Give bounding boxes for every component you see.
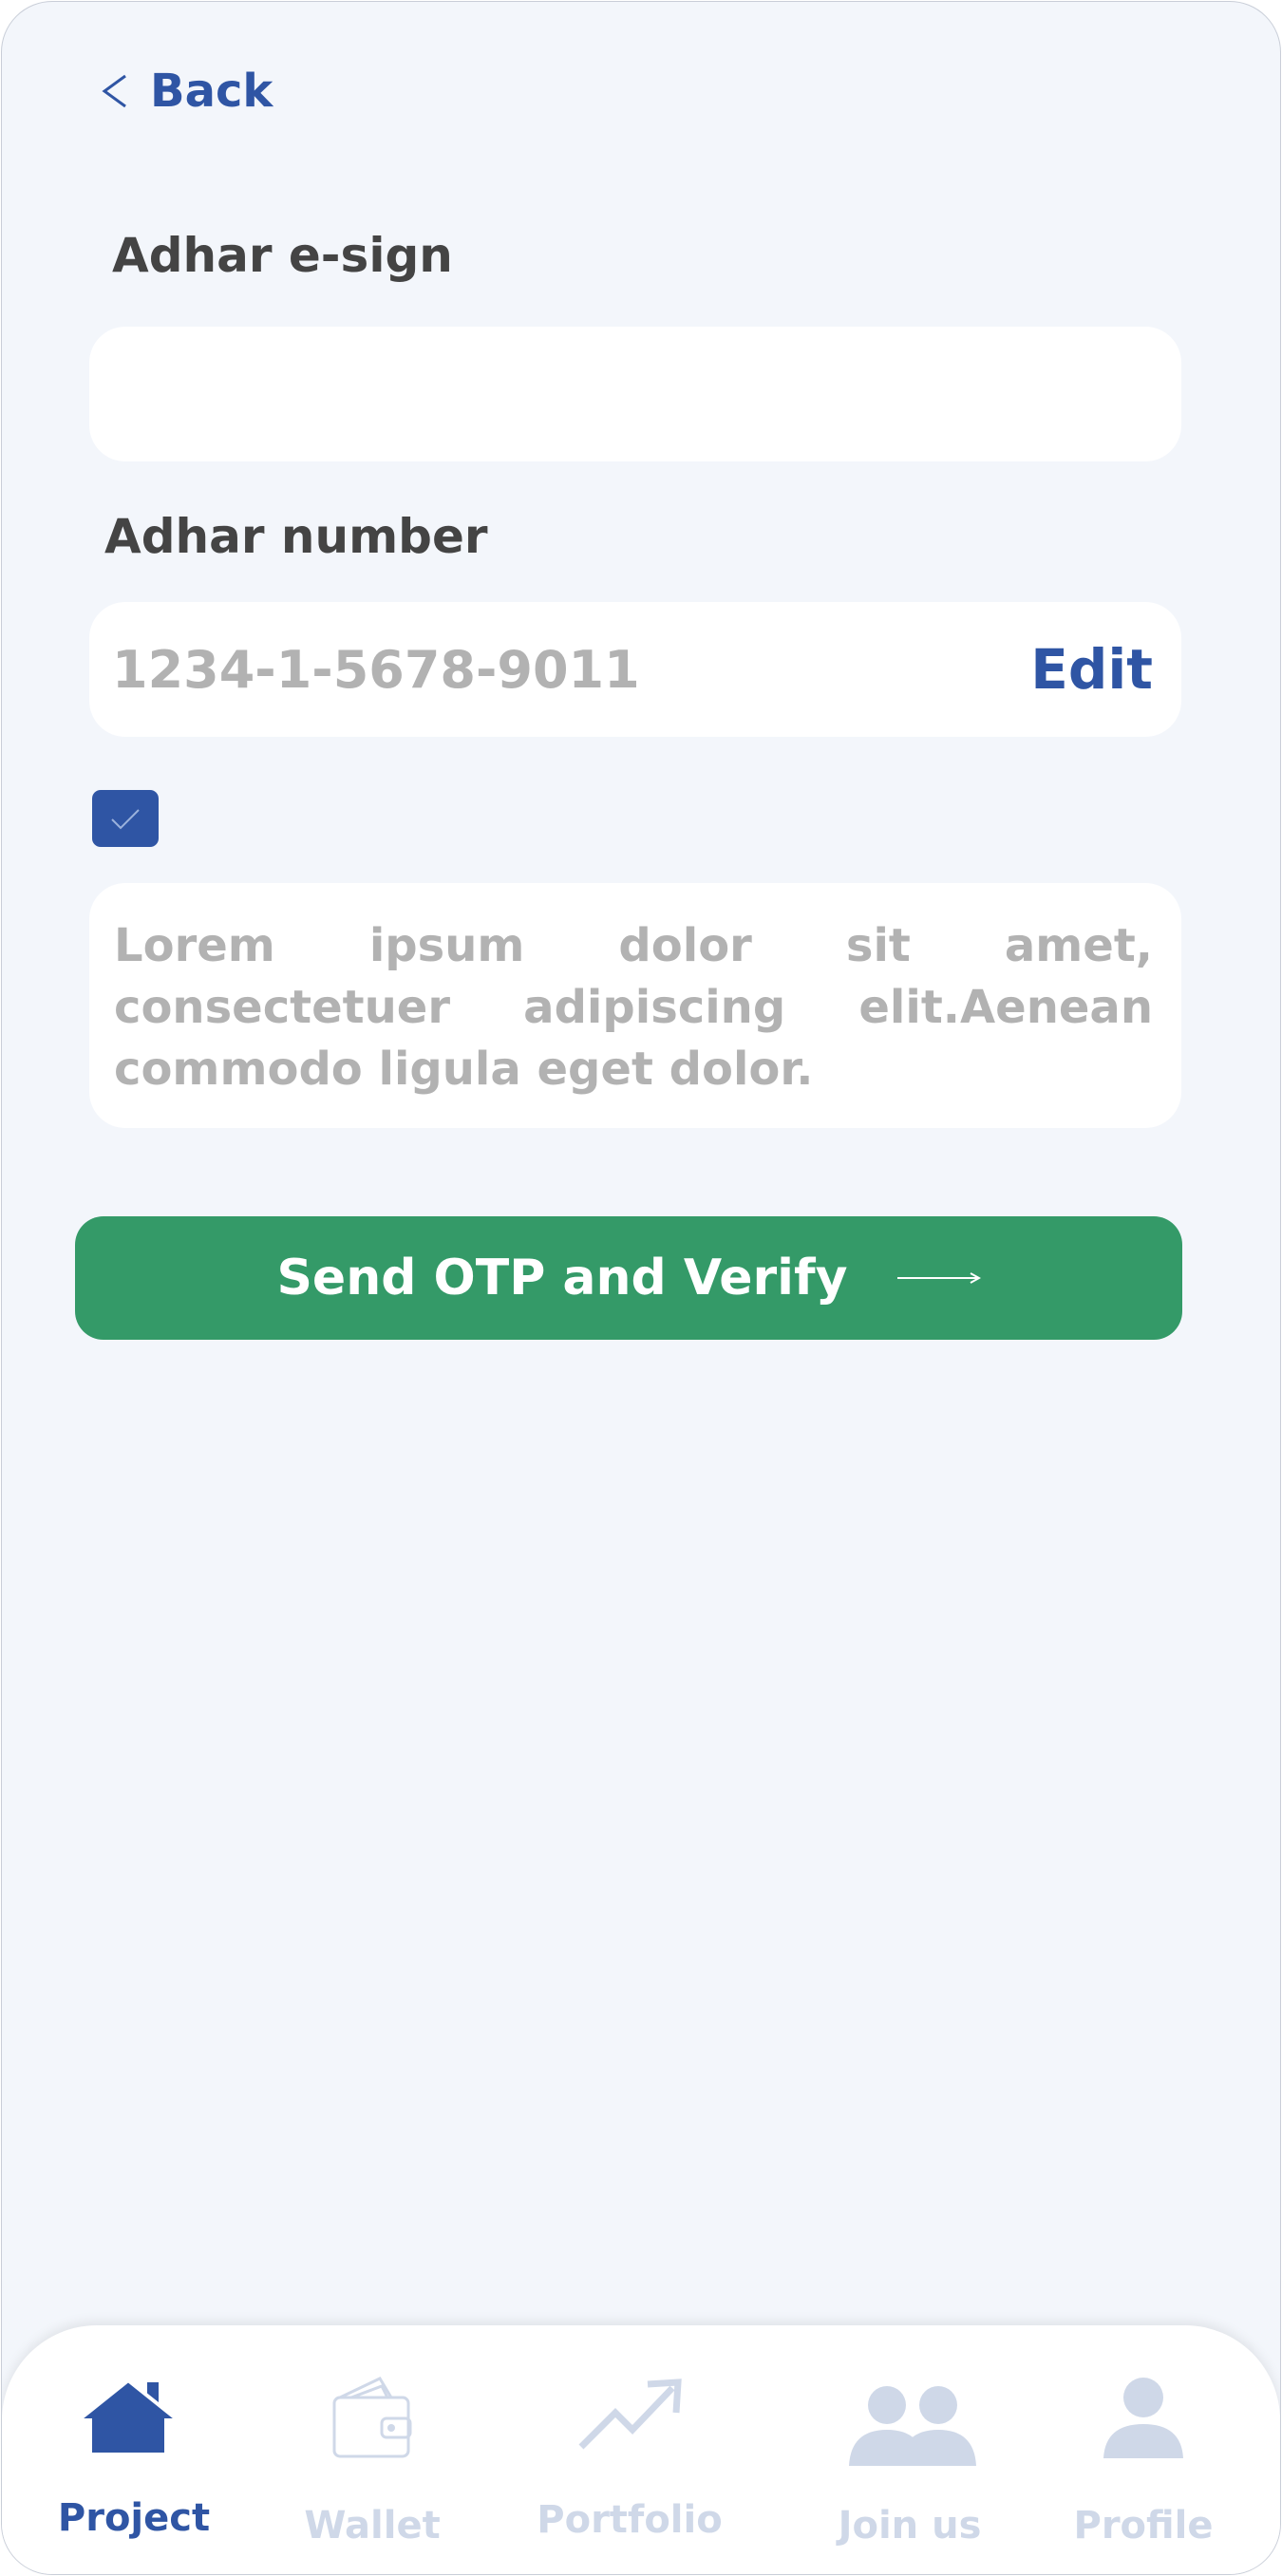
back-label: Back: [150, 65, 273, 118]
nav-label-wallet: Wallet: [304, 2504, 441, 2548]
nav-label-join-us: Join us: [838, 2504, 982, 2548]
group-icon: [849, 2386, 976, 2466]
adhar-number-label: Adhar number: [104, 509, 488, 564]
adhar-number-field[interactable]: 1234-1-5678-9011 Edit: [89, 602, 1181, 737]
send-otp-label: Send OTP and Verify: [276, 1250, 848, 1307]
user-icon: [1103, 2378, 1183, 2458]
home-icon: [79, 2378, 178, 2453]
consent-text: Lorem ipsum dolor sit amet, consectetuer…: [114, 919, 1153, 1096]
back-button[interactable]: Back: [101, 65, 273, 118]
adhar-number-value: 1234-1-5678-9011: [112, 639, 640, 700]
send-otp-button[interactable]: Send OTP and Verify: [75, 1216, 1182, 1340]
nav-item-portfolio[interactable]: Portfolio: [537, 2325, 723, 2574]
check-icon: [111, 809, 140, 830]
edit-button[interactable]: Edit: [1030, 602, 1153, 737]
nav-item-join-us[interactable]: Join us: [834, 2325, 986, 2574]
nav-item-wallet[interactable]: Wallet: [304, 2325, 441, 2574]
app-screen: Back Adhar e-sign Adhar number 1234-1-56…: [1, 1, 1281, 2575]
trending-up-icon: [578, 2379, 682, 2450]
esign-label: Adhar e-sign: [112, 228, 453, 283]
wallet-icon: [332, 2377, 412, 2458]
nav-label-portfolio: Portfolio: [537, 2498, 723, 2542]
arrow-right-icon: [896, 1272, 981, 1284]
consent-checkbox[interactable]: [92, 790, 159, 847]
nav-item-project[interactable]: Project: [58, 2325, 210, 2574]
bottom-navigation: Project Wallet Portfolio Join us Profile: [2, 2325, 1280, 2574]
nav-item-profile[interactable]: Profile: [1073, 2325, 1214, 2574]
nav-label-profile: Profile: [1073, 2504, 1214, 2548]
consent-text-box: Lorem ipsum dolor sit amet, consectetuer…: [89, 883, 1181, 1128]
chevron-left-icon: [102, 74, 126, 108]
nav-label-project: Project: [57, 2496, 211, 2540]
esign-field[interactable]: [89, 327, 1181, 461]
